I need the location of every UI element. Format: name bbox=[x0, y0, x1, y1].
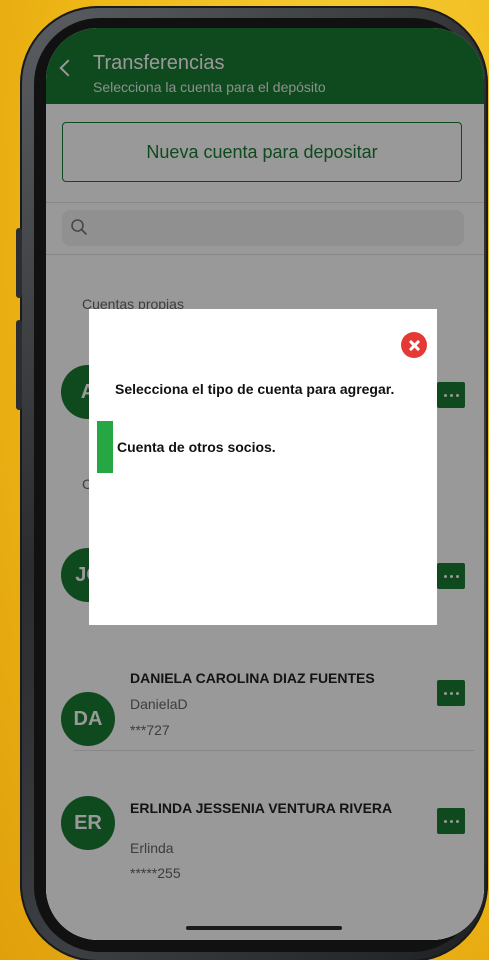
volume-button bbox=[16, 228, 22, 298]
option-other-partners[interactable]: Cuenta de otros socios. bbox=[97, 421, 427, 473]
option-label: Cuenta de otros socios. bbox=[117, 439, 276, 455]
account-type-modal: Selecciona el tipo de cuenta para agrega… bbox=[89, 309, 437, 625]
close-icon[interactable] bbox=[401, 332, 427, 358]
home-indicator[interactable] bbox=[186, 926, 342, 930]
power-button bbox=[16, 320, 22, 410]
option-accent-bar bbox=[97, 421, 113, 473]
app-screen: Transferencias Selecciona la cuenta para… bbox=[46, 28, 484, 940]
modal-title: Selecciona el tipo de cuenta para agrega… bbox=[115, 381, 395, 397]
